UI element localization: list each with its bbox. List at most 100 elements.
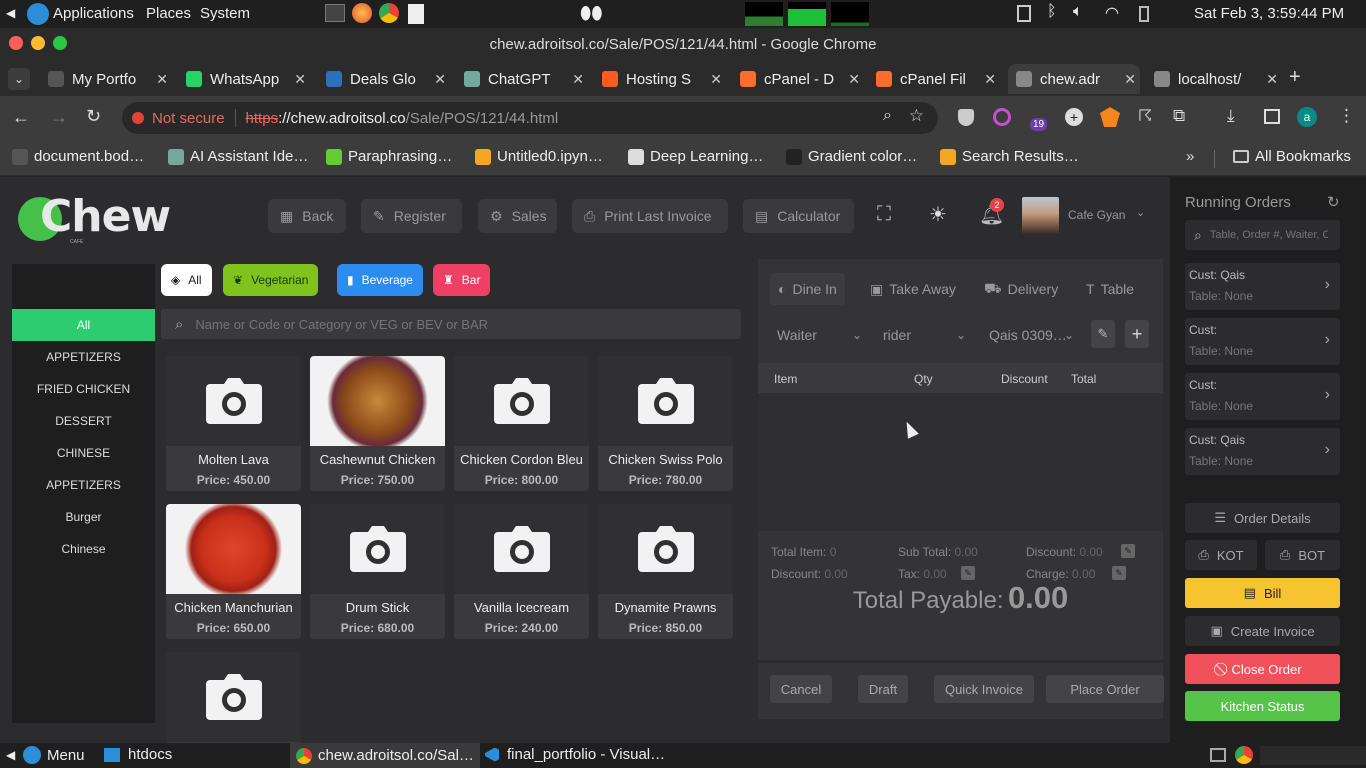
text-editor-icon[interactable] [408, 4, 424, 24]
theme-toggle-icon[interactable]: ☀ [929, 202, 947, 227]
table-tab[interactable]: T Table [1078, 273, 1142, 305]
bookmark-item[interactable]: Untitled0.ipyn… [475, 148, 603, 165]
product-card[interactable]: Molten Lava Price: 450.00 [166, 356, 301, 491]
clipboard-icon[interactable] [1017, 5, 1031, 22]
product-card[interactable]: Vanilla Icecream Price: 240.00 [454, 504, 589, 639]
close-tab-icon[interactable]: ✕ [984, 71, 996, 88]
kitchen-status-button[interactable]: Kitchen Status [1185, 691, 1340, 721]
taskbar-item-chrome[interactable]: chew.adroitsol.co/Sal… [290, 743, 480, 768]
browser-tab[interactable]: Hosting S ✕ [594, 64, 726, 94]
sales-button[interactable]: ⚙ Sales [478, 199, 557, 233]
close-tab-icon[interactable]: ✕ [294, 71, 306, 88]
shield-extension-icon[interactable] [958, 109, 974, 126]
product-card[interactable]: Dynamite Prawns Price: 850.00 [598, 504, 733, 639]
print-last-invoice-button[interactable]: ⎙ Print Last Invoice [572, 199, 728, 233]
kot-button[interactable]: ⎙ KOT [1185, 540, 1257, 570]
bookmark-item[interactable]: Paraphrasing… [326, 148, 452, 165]
product-card[interactable]: Chicken Swiss Polo Price: 780.00 [598, 356, 733, 491]
battery-icon[interactable] [1139, 6, 1149, 22]
cancel-button[interactable]: Cancel [770, 675, 832, 703]
browser-tab[interactable]: localhost/ ✕ [1146, 64, 1282, 94]
close-window-button[interactable] [9, 36, 23, 50]
menu-places[interactable]: Places [146, 5, 191, 22]
category-item[interactable]: FRIED CHICKEN [12, 373, 155, 405]
new-tab-button[interactable]: + [1289, 66, 1301, 89]
app-logo[interactable]: Chew CAFE [14, 189, 171, 245]
extension-badge[interactable]: 19 [1030, 118, 1048, 131]
address-bar[interactable]: Not secure https ://chew.adroitsol.co /S… [122, 102, 938, 134]
product-card[interactable]: Chicken Manchurian Price: 650.00 [166, 504, 301, 639]
back-icon[interactable]: ← [12, 107, 30, 128]
running-orders-search[interactable]: ⌕ [1185, 220, 1340, 250]
edit-tax-button[interactable]: ✎ [961, 566, 975, 580]
chrome-icon[interactable] [379, 3, 399, 23]
take-away-tab[interactable]: ▣ Take Away [862, 273, 964, 305]
taskbar-item-htdocs[interactable]: htdocs [104, 746, 172, 763]
dine-in-tab[interactable]: ◐ Dine In [770, 273, 845, 305]
profile-avatar[interactable]: a [1297, 107, 1317, 127]
filter-vegetarian-chip[interactable]: ❦ Vegetarian [223, 264, 319, 296]
calculator-button[interactable]: ▤ Calculator [743, 199, 854, 233]
bookmark-item[interactable]: Deep Learning… [628, 148, 763, 165]
maximize-window-button[interactable] [53, 36, 67, 50]
customer-select[interactable]: Qais 0309… ⌄ [982, 318, 1074, 352]
taskbar-item-vscode[interactable]: final_portfolio - Visual… [485, 746, 665, 763]
product-search-field[interactable]: ⌕ [161, 309, 741, 339]
running-orders-search-input[interactable] [1209, 229, 1328, 241]
product-card[interactable]: Chicken Cordon Bleu Price: 800.00 [454, 356, 589, 491]
arrow-left-icon[interactable]: ◀ [6, 6, 15, 20]
running-order-item[interactable]: Cust: Qais Table: None › [1185, 428, 1340, 475]
menu-applications[interactable]: Applications [53, 5, 134, 22]
category-item[interactable]: Burger [12, 501, 155, 533]
close-tab-icon[interactable]: ✕ [1266, 71, 1278, 88]
terminal-icon[interactable] [325, 4, 345, 22]
rider-select[interactable]: rider ⌄ [876, 318, 966, 352]
category-item[interactable]: APPETIZERS [12, 341, 155, 373]
filter-all-chip[interactable]: ◈ All [161, 264, 212, 296]
quick-invoice-button[interactable]: Quick Invoice [934, 675, 1034, 703]
category-item[interactable]: Chinese [12, 533, 155, 565]
bot-button[interactable]: ⎙ BOT [1265, 540, 1340, 570]
more-bookmarks-icon[interactable]: » [1186, 148, 1194, 165]
bookmark-item[interactable]: AI Assistant Ide… [168, 148, 308, 165]
close-tab-icon[interactable]: ✕ [156, 71, 168, 88]
browser-tab[interactable]: My Portfo ✕ [40, 64, 172, 94]
fullscreen-icon[interactable]: ⛶ [877, 203, 891, 226]
product-card[interactable]: Drum Stick Price: 680.00 [310, 504, 445, 639]
close-tab-icon[interactable]: ✕ [848, 71, 860, 88]
tab-search-button[interactable]: ⌄ [8, 68, 30, 90]
minimize-window-button[interactable] [31, 36, 45, 50]
menu-system[interactable]: System [200, 5, 250, 22]
place-order-button[interactable]: Place Order [1046, 675, 1164, 703]
chevron-down-icon[interactable]: ⌄ [1136, 206, 1145, 219]
extensions-puzzle-icon[interactable]: ⧉ [1173, 106, 1185, 126]
edit-charge-button[interactable]: ✎ [1112, 566, 1126, 580]
close-order-button[interactable]: ⃠Close Order [1185, 654, 1340, 684]
draft-button[interactable]: Draft [858, 675, 908, 703]
extension-icon-ai[interactable]: ☈ [1138, 106, 1152, 126]
side-panel-icon[interactable] [1264, 109, 1280, 124]
workspace-switcher[interactable] [1260, 746, 1366, 765]
product-card[interactable]: Cashewnut Chicken Price: 750.00 [310, 356, 445, 491]
add-customer-button[interactable]: + [1125, 320, 1149, 348]
reload-icon[interactable]: ↻ [86, 106, 101, 127]
create-invoice-button[interactable]: ▣ Create Invoice [1185, 616, 1340, 646]
forward-icon[interactable]: → [50, 107, 68, 128]
bookmark-item[interactable]: Gradient color… [786, 148, 917, 165]
back-button[interactable]: ▦ Back [268, 199, 346, 233]
bill-button[interactable]: ▤ Bill [1185, 578, 1340, 608]
browser-tab[interactable]: Deals Glo ✕ [318, 64, 450, 94]
close-tab-icon[interactable]: ✕ [434, 71, 446, 88]
category-item[interactable]: APPETIZERS [12, 469, 155, 501]
browser-tab[interactable]: cPanel - D ✕ [732, 64, 864, 94]
browser-tab[interactable]: chew.adr ✕ [1008, 64, 1140, 94]
metamask-icon[interactable] [1100, 107, 1120, 127]
close-tab-icon[interactable]: ✕ [710, 71, 722, 88]
close-tab-icon[interactable]: ✕ [572, 71, 584, 88]
browser-tab[interactable]: WhatsApp ✕ [178, 64, 310, 94]
distro-logo-icon[interactable] [27, 3, 49, 25]
bookmark-item[interactable]: Search Results… [940, 148, 1079, 165]
category-item[interactable]: All [12, 309, 155, 341]
running-order-item[interactable]: Cust: Table: None › [1185, 373, 1340, 420]
firefox-icon[interactable] [352, 3, 372, 23]
